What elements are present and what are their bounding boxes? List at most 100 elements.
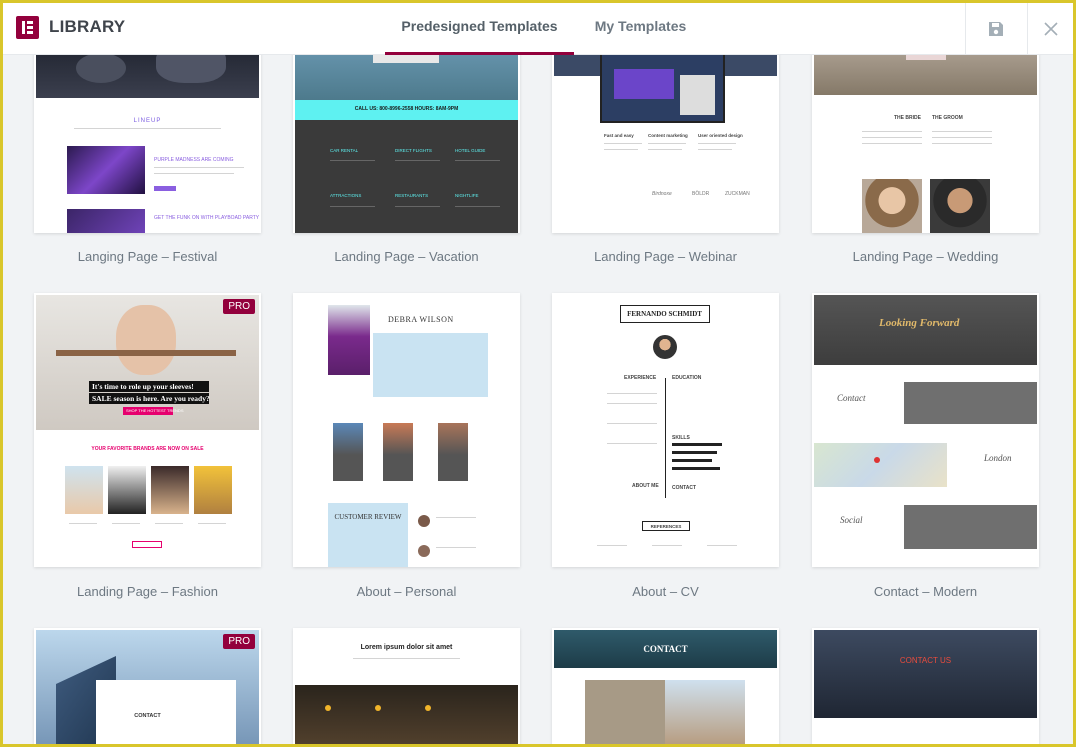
modern-contact-label: Contact (837, 393, 866, 403)
webinar-logo: BÖLDR (692, 191, 710, 197)
template-card-festival[interactable]: LINEUP PURPLE MADNESS ARE COMING GET THE… (34, 33, 261, 233)
vacation-banner-text: CALL US: 800-8996-2558 HOURS: 8AM-9PM (354, 106, 459, 112)
fashion-product-image (65, 466, 103, 514)
save-button[interactable] (965, 3, 1025, 55)
template-card-row3-2[interactable]: Lorem ipsum dolor sit amet (293, 628, 520, 744)
template-card-contact-modern[interactable]: Looking Forward Contact London Social (812, 293, 1039, 567)
vacation-item: HOTEL GUIDE (455, 148, 486, 153)
pro-badge: PRO (223, 299, 255, 314)
elementor-logo-icon (16, 16, 39, 39)
festival-event-title: PURPLE MADNESS ARE COMING (154, 157, 234, 163)
row3-contact-label: CONTACT (643, 644, 688, 654)
personal-name: DEBRA WILSON (388, 315, 454, 324)
fashion-headline-box: It's time to role up your sleeves! (89, 381, 209, 392)
template-caption: Contact – Modern (873, 584, 978, 599)
fashion-subline: SALE season is here. Are you ready? (92, 394, 210, 403)
library-header: LIBRARY Predesigned Templates My Templat… (3, 3, 1073, 55)
webinar-col-title: User oriented design (698, 133, 743, 138)
cv-references-box: REFERENCES (642, 521, 690, 531)
vacation-item: DIRECT FLIGHTS (395, 148, 432, 153)
modern-info-box (904, 382, 1037, 424)
template-card-about-personal[interactable]: DEBRA WILSON CUSTOMER REVIEW (293, 293, 520, 567)
template-card-fashion[interactable]: PRO It's time to role up your sleeves! S… (34, 293, 261, 567)
cv-name: FERNANDO SCHMIDT (627, 310, 702, 318)
modern-map (814, 443, 947, 487)
library-modal: LIBRARY Predesigned Templates My Templat… (3, 3, 1073, 744)
webinar-laptop-image (600, 53, 725, 123)
template-card-webinar[interactable]: Fast and easy Content marketing User ori… (552, 33, 779, 233)
cv-section-label: SKILLS (672, 435, 690, 441)
festival-event-image (67, 146, 145, 194)
template-caption: Landing Page – Wedding (852, 249, 999, 264)
modern-social-box (904, 505, 1037, 549)
vacation-item: CAR RENTAL (330, 148, 359, 153)
personal-review-title: CUSTOMER REVIEW (334, 513, 402, 521)
tab-label: My Templates (594, 18, 687, 34)
cv-section-label: ABOUT ME (632, 483, 659, 489)
personal-gallery-image (383, 423, 413, 481)
row3-coast-image: CONTACT (554, 630, 777, 668)
tab-my-templates[interactable]: My Templates (588, 3, 693, 55)
template-caption: About – Personal (356, 584, 457, 599)
fashion-product-image (194, 466, 232, 514)
modern-social-label: Social (840, 515, 863, 525)
row3-skyline-image: CONTACT US (814, 630, 1037, 718)
cv-section-label: EXPERIENCE (624, 375, 657, 381)
close-icon (1043, 22, 1058, 36)
template-card-row3-1[interactable]: PRO CONTACT (34, 628, 261, 744)
row3-contact-us-label: CONTACT US (899, 656, 952, 665)
cv-section-label: EDUCATION (672, 375, 702, 381)
row3-contact-label: CONTACT (134, 713, 161, 719)
template-caption: Langing Page – Festival (77, 249, 218, 264)
template-card-row3-4[interactable]: CONTACT US (812, 628, 1039, 744)
row3-restaurant-image (295, 685, 518, 744)
cv-section-label: CONTACT (672, 485, 697, 491)
library-title: LIBRARY (49, 17, 126, 36)
cv-avatar (653, 335, 677, 359)
modern-headline: Looking Forward (879, 317, 960, 329)
personal-gallery-image (438, 423, 468, 481)
fashion-cta: SHOP THE HOTTEST TRENDS (123, 407, 184, 415)
personal-gallery-image (333, 423, 363, 481)
tab-label: Predesigned Templates (401, 18, 558, 34)
fashion-cta-label: SHOP THE HOTTEST TRENDS (126, 408, 184, 413)
row3-lorem-heading: Lorem ipsum dolor sit amet (360, 644, 453, 651)
vacation-item: ATTRACTIONS (330, 193, 362, 198)
cv-references-label: REFERENCES (650, 524, 682, 529)
cv-name-box: FERNANDO SCHMIDT (620, 305, 710, 323)
row3-quote-box (585, 680, 665, 744)
tab-predesigned-templates[interactable]: Predesigned Templates (385, 3, 574, 55)
webinar-logo: Birdnoxe (652, 191, 672, 197)
row3-city-image (665, 680, 745, 744)
fashion-product-image (108, 466, 146, 514)
fashion-subhead: YOUR FAVORITE BRANDS ARE NOW ON SALE (91, 446, 204, 452)
template-caption: Landing Page – Vacation (334, 249, 479, 264)
vacation-item: NIGHTLIFE (455, 193, 479, 198)
wedding-groom-label: THE GROOM (932, 115, 963, 121)
template-caption: About – CV (632, 584, 699, 599)
personal-bio-box (373, 333, 488, 397)
webinar-logo: ZUCKMAN (725, 191, 750, 197)
wedding-groom-photo (930, 179, 990, 233)
template-card-vacation[interactable]: CALL US: 800-8996-2558 HOURS: 8AM-9PM CA… (293, 33, 520, 233)
pro-badge: PRO (223, 634, 255, 649)
personal-portrait (328, 305, 370, 375)
webinar-col-title: Fast and easy (604, 133, 634, 138)
vacation-banner: CALL US: 800-8996-2558 HOURS: 8AM-9PM (295, 100, 518, 120)
template-card-about-cv[interactable]: FERNANDO SCHMIDT EXPERIENCE EDUCATION SK… (552, 293, 779, 567)
template-caption: Landing Page – Fashion (77, 584, 218, 599)
wedding-bride-label: THE BRIDE (894, 115, 921, 121)
modern-hero-image: Looking Forward (814, 295, 1037, 365)
modern-london-label: London (984, 453, 1012, 463)
festival-heading: LINEUP (133, 118, 162, 124)
wedding-bride-photo (862, 179, 922, 233)
save-icon (988, 22, 1003, 36)
webinar-col-title: Content marketing (648, 133, 688, 138)
vacation-item: RESTAURANTS (395, 193, 429, 198)
close-button[interactable] (1027, 3, 1073, 55)
template-card-row3-3[interactable]: CONTACT (552, 628, 779, 744)
fashion-product-image (151, 466, 189, 514)
vacation-services: CAR RENTAL DIRECT FLIGHTS HOTEL GUIDE AT… (295, 120, 518, 233)
fashion-headline: It's time to role up your sleeves! (92, 382, 194, 391)
template-card-wedding[interactable]: THE BRIDE THE GROOM (812, 33, 1039, 233)
